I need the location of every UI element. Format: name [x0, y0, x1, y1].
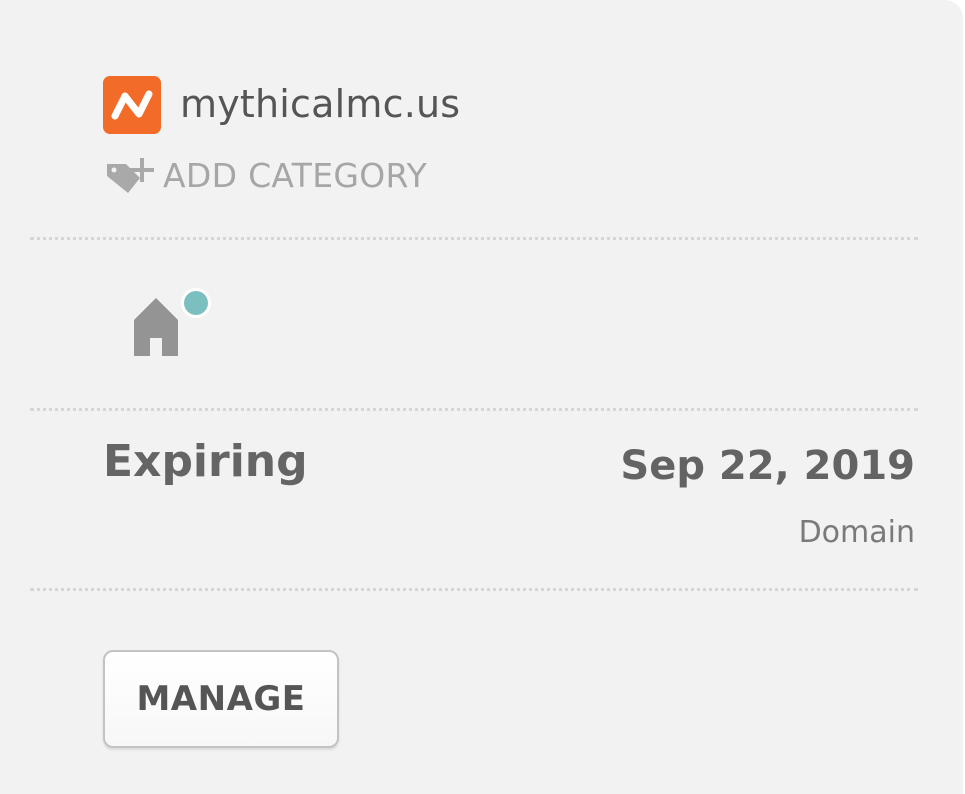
status-indicator [184, 291, 208, 315]
tag-plus-icon [107, 158, 154, 193]
expiry-date: Sep 22, 2019 [620, 443, 915, 489]
add-category-button[interactable]: ADD CATEGORY [104, 150, 427, 200]
divider [30, 237, 918, 240]
domain-card: mythicalmc.us ADD CATEGORY Expiring Sep … [0, 0, 963, 794]
home-icon [134, 288, 211, 356]
domain-name[interactable]: mythicalmc.us [180, 76, 460, 132]
product-type: Domain [798, 515, 915, 550]
divider [30, 588, 918, 591]
add-category-label: ADD CATEGORY [163, 155, 428, 195]
manage-button[interactable]: MANAGE [103, 650, 339, 748]
expiry-status: Expiring [103, 436, 308, 487]
divider [30, 408, 918, 411]
namecheap-logo-icon [103, 76, 161, 134]
